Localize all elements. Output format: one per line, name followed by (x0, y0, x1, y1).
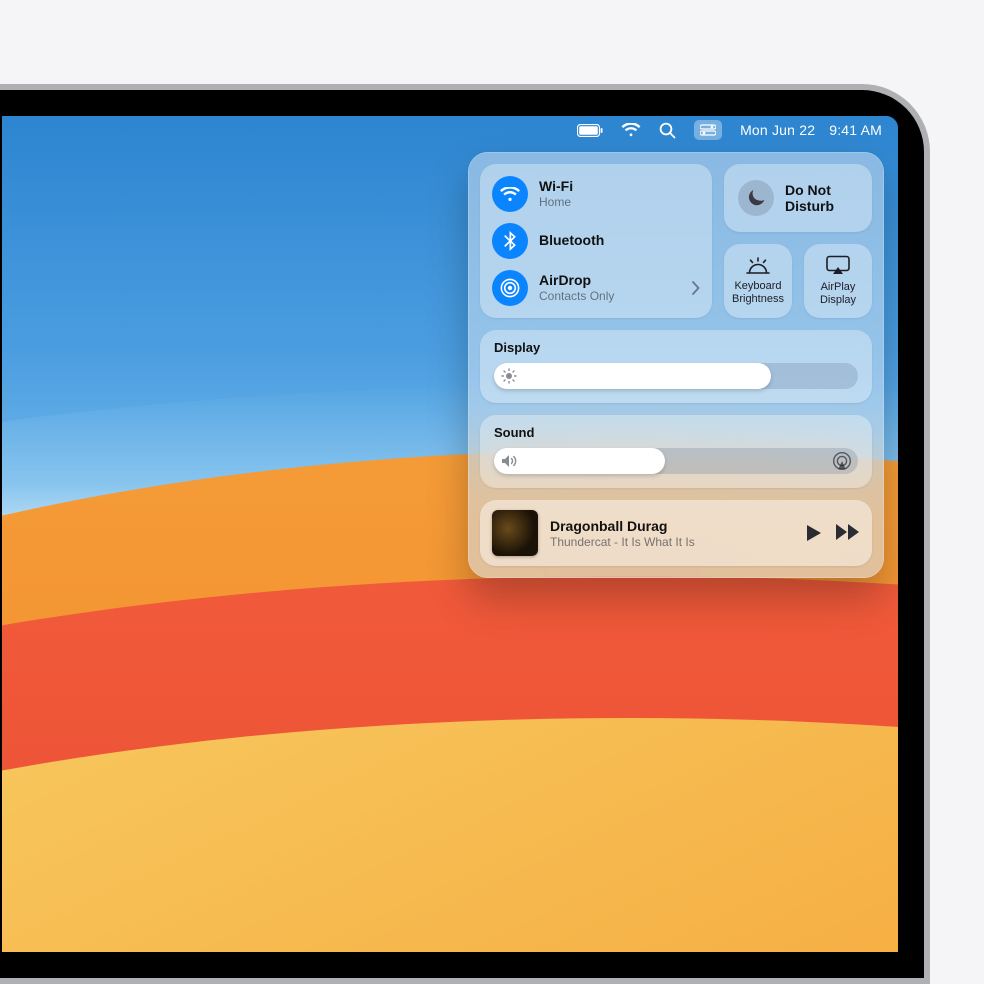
wifi-icon[interactable] (621, 123, 641, 137)
menubar-time: 9:41 AM (829, 122, 882, 138)
bluetooth-icon (492, 223, 528, 259)
keyboard-brightness-icon (745, 256, 771, 274)
chevron-right-icon[interactable] (692, 281, 702, 295)
airdrop-sublabel: Contacts Only (539, 290, 614, 303)
airplay-audio-icon[interactable] (832, 451, 852, 471)
speaker-icon (501, 454, 519, 468)
control-center-menubar-button[interactable] (694, 120, 722, 140)
sound-label: Sound (494, 425, 858, 440)
search-icon[interactable] (659, 122, 676, 139)
airdrop-icon (492, 270, 528, 306)
menu-bar: Mon Jun 22 9:41 AM (2, 116, 898, 144)
sound-volume-slider[interactable] (494, 448, 858, 474)
now-playing-tile[interactable]: Dragonball Durag Thundercat - It Is What… (480, 500, 872, 566)
bluetooth-label: Bluetooth (539, 233, 604, 248)
airdrop-label: AirDrop (539, 273, 614, 288)
next-track-button[interactable] (836, 524, 860, 542)
airplay-icon (825, 255, 851, 275)
track-title: Dragonball Durag (550, 518, 794, 534)
airplay-display-button[interactable]: AirPlay Display (804, 244, 872, 318)
keyboard-brightness-button[interactable]: Keyboard Brightness (724, 244, 792, 318)
wifi-icon (492, 176, 528, 212)
menubar-datetime[interactable]: Mon Jun 22 9:41 AM (740, 122, 882, 138)
track-artist: Thundercat - It Is What It Is (550, 535, 794, 549)
battery-icon[interactable] (577, 124, 603, 137)
display-label: Display (494, 340, 858, 355)
bluetooth-toggle[interactable]: Bluetooth (492, 223, 702, 259)
display-tile: Display (480, 330, 872, 403)
wifi-toggle[interactable]: Wi-Fi Home (492, 176, 702, 212)
album-art (492, 510, 538, 556)
play-button[interactable] (806, 524, 822, 542)
airdrop-toggle[interactable]: AirDrop Contacts Only (492, 270, 702, 306)
sound-tile: Sound (480, 415, 872, 488)
sun-icon (501, 368, 517, 384)
screen: Mon Jun 22 9:41 AM Wi-Fi (2, 116, 898, 952)
menubar-date: Mon Jun 22 (740, 122, 815, 138)
display-brightness-slider[interactable] (494, 363, 858, 389)
control-center-panel: Wi-Fi Home Bluetooth (468, 152, 884, 578)
wifi-label: Wi-Fi (539, 179, 573, 194)
moon-icon (738, 180, 774, 216)
laptop-frame: Mon Jun 22 9:41 AM Wi-Fi (0, 84, 930, 984)
laptop-bezel: Mon Jun 22 9:41 AM Wi-Fi (0, 90, 924, 978)
airplay-label: AirPlay Display (820, 281, 856, 306)
connectivity-tile: Wi-Fi Home Bluetooth (480, 164, 712, 318)
wifi-sublabel: Home (539, 196, 573, 209)
keyboard-brightness-label: Keyboard Brightness (732, 280, 784, 305)
dnd-label: Do Not Disturb (785, 182, 834, 214)
do-not-disturb-toggle[interactable]: Do Not Disturb (724, 164, 872, 232)
